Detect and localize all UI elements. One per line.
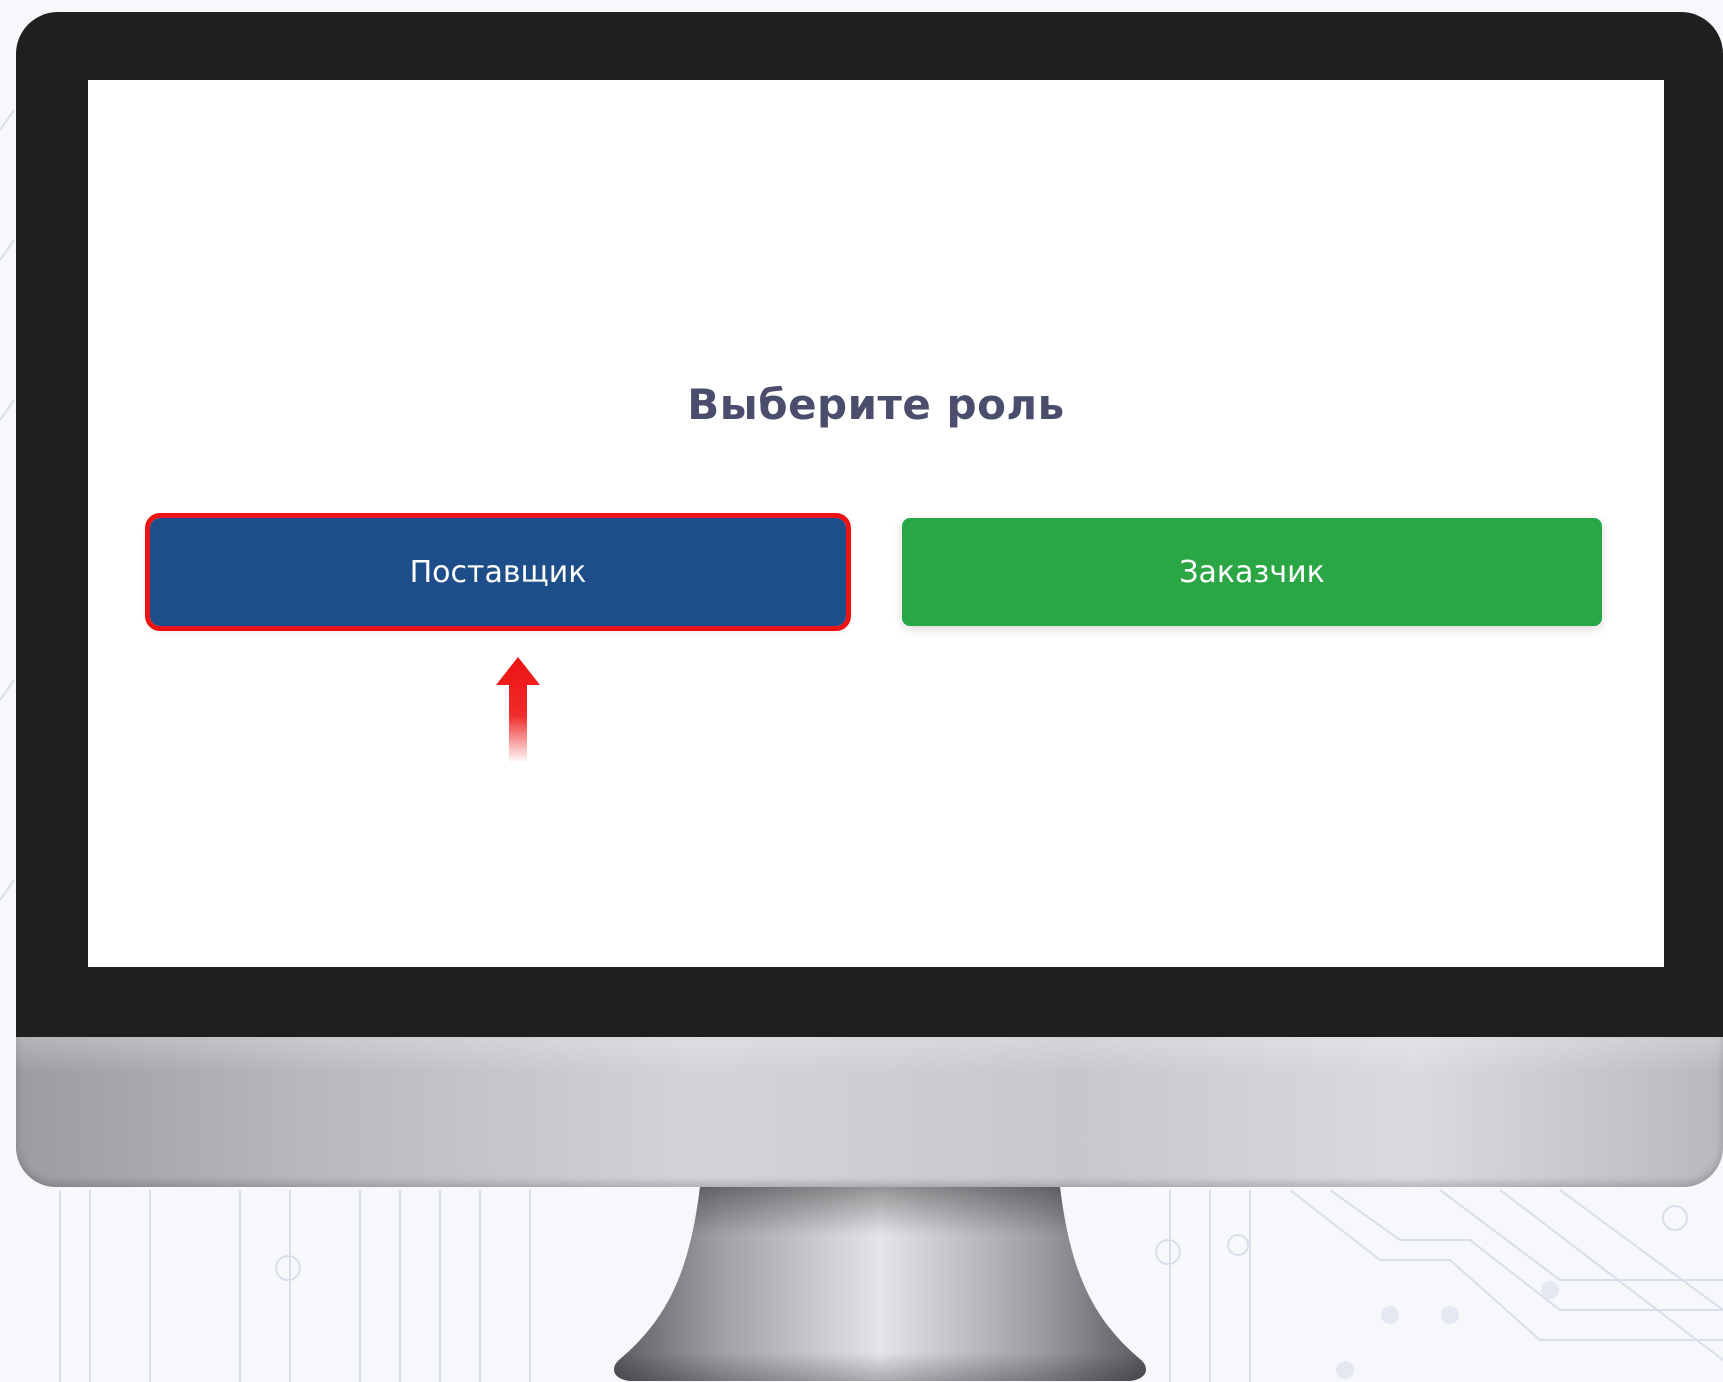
customer-role-button[interactable]: Заказчик (902, 518, 1602, 626)
monitor-screen: Выберите роль Поставщик Заказчик (88, 80, 1664, 967)
page-title: Выберите роль (687, 380, 1065, 429)
chin-shine (16, 1037, 1723, 1073)
customer-role-button-label: Заказчик (1179, 554, 1325, 590)
monitor-stand (614, 1187, 1146, 1381)
desktop-monitor: Выберите роль Поставщик Заказчик (16, 12, 1723, 1187)
monitor-chin (16, 1037, 1723, 1187)
supplier-role-button-label: Поставщик (409, 554, 587, 590)
red-up-arrow-icon (496, 657, 540, 763)
supplier-role-button[interactable]: Поставщик (145, 513, 851, 631)
